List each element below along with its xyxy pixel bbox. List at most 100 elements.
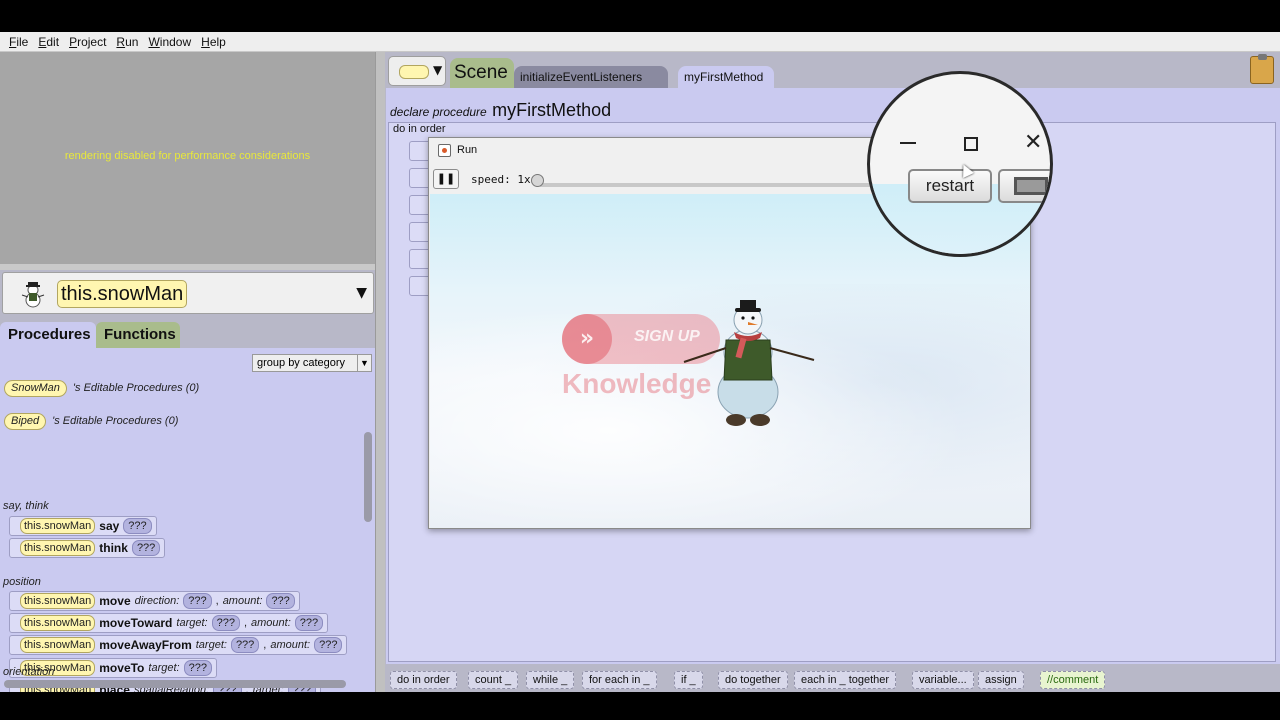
procedure-palette: group by category ▼ SnowMan 's Editable P…	[0, 348, 375, 692]
fullscreen-icon	[1014, 177, 1048, 195]
tab-initialize-event-listeners[interactable]: initializeEventListeners	[514, 66, 668, 88]
vertical-splitter[interactable]	[375, 52, 385, 692]
type-chip	[399, 65, 429, 79]
statement-move-toward[interactable]: this.snowMan moveToward target: ??? , am…	[9, 613, 329, 633]
class-chip-biped[interactable]: Biped	[4, 413, 47, 430]
statement-move-away-from[interactable]: this.snowMan moveAwayFrom target: ??? , …	[9, 635, 348, 655]
chevron-down-icon[interactable]: ▼	[356, 285, 367, 301]
rendering-disabled-message: rendering disabled for performance consi…	[64, 150, 311, 162]
do-in-order-label: do in order	[393, 123, 446, 135]
restart-button[interactable]: restart	[908, 169, 992, 203]
menu-project[interactable]: Project	[64, 35, 111, 49]
control-count[interactable]: count _	[468, 671, 519, 689]
param-value[interactable]: ???	[230, 637, 260, 653]
tab-my-first-method[interactable]: myFirstMethod	[678, 66, 774, 88]
statement-say[interactable]: this.snowMan say ???	[9, 516, 157, 536]
horizontal-splitter[interactable]	[0, 264, 375, 270]
menu-edit[interactable]: Edit	[33, 35, 64, 49]
control-comment[interactable]: //comment	[1040, 671, 1106, 689]
param-label: direction:	[134, 595, 180, 607]
param-separator: ,	[243, 617, 247, 629]
tab-procedures[interactable]: Procedures	[0, 322, 96, 348]
run-window-title: Run	[457, 144, 478, 156]
statement-target: this.snowMan	[20, 637, 96, 653]
chevron-down-icon: ▼	[433, 63, 443, 77]
statement-target: this.snowMan	[20, 593, 96, 609]
control-while[interactable]: while _	[526, 671, 575, 689]
procedure-declaration: declare procedure myFirstMethod	[390, 100, 611, 121]
method-name: moveToward	[99, 616, 173, 630]
method-name: moveTo	[99, 661, 145, 675]
editable-procedures-biped: Biped 's Editable Procedures (0)	[4, 413, 178, 430]
param-label: target:	[195, 639, 227, 651]
menu-file[interactable]: File	[4, 35, 33, 49]
param-value[interactable]: ???	[314, 637, 343, 653]
watermark-arrow-icon: »	[562, 314, 612, 364]
statement-target: this.snowMan	[20, 518, 96, 534]
palette-tabs: Procedures Functions	[0, 322, 375, 348]
method-name: think	[99, 541, 128, 555]
control-structures-bar: do in order count _ while _ for each in …	[386, 668, 1280, 692]
speed-slider-track[interactable]	[539, 183, 893, 187]
param-label: target:	[176, 617, 208, 629]
fullscreen-button[interactable]	[998, 169, 1050, 203]
selected-object-name: this.snowMan	[57, 280, 188, 308]
tab-scene[interactable]: Scene	[450, 58, 514, 88]
control-do-in-order[interactable]: do in order	[390, 671, 457, 689]
param-value[interactable]: ???	[123, 518, 152, 534]
statement-move[interactable]: this.snowMan move direction: ??? , amoun…	[9, 591, 300, 611]
palette-horizontal-scrollbar[interactable]	[4, 680, 346, 688]
statement-think[interactable]: this.snowMan think ???	[9, 538, 166, 558]
category-position: position	[3, 576, 41, 588]
control-if[interactable]: if _	[674, 671, 703, 689]
statement-target: this.snowMan	[20, 615, 96, 631]
scene-preview: rendering disabled for performance consi…	[0, 52, 375, 264]
param-label: amount:	[270, 639, 311, 651]
category-say-think: say, think	[3, 500, 49, 512]
snowman-character	[683, 300, 815, 426]
declare-procedure-label: declare procedure	[390, 105, 487, 119]
class-chip-snowman[interactable]: SnowMan	[4, 380, 67, 397]
editable-procedures-label: 's Editable Procedures (0)	[52, 415, 179, 427]
menu-run[interactable]: Run	[111, 35, 143, 49]
palette-scrollbar[interactable]	[364, 432, 372, 522]
group-by-value: group by category	[257, 357, 346, 369]
param-value[interactable]: ???	[183, 593, 212, 609]
menu-help[interactable]: Help	[196, 35, 231, 49]
minimize-icon[interactable]	[900, 142, 916, 144]
snowman-icon	[21, 282, 45, 308]
param-value[interactable]: ???	[294, 615, 324, 631]
editable-procedures-snowman: SnowMan 's Editable Procedures (0)	[4, 380, 199, 397]
param-separator: ,	[215, 595, 219, 607]
group-by-dropdown[interactable]: group by category ▼	[252, 354, 372, 372]
speed-label: speed: 1x	[471, 173, 531, 186]
object-selector[interactable]: this.snowMan ▼	[2, 272, 374, 314]
control-for-each-in[interactable]: for each in _	[582, 671, 657, 689]
method-name-title: myFirstMethod	[492, 100, 612, 120]
param-value[interactable]: ???	[211, 615, 240, 631]
close-icon[interactable]: ✕	[1024, 130, 1042, 155]
type-selector-button[interactable]: ▼	[388, 56, 446, 86]
control-each-in-together[interactable]: each in _ together	[794, 671, 897, 689]
param-separator: ,	[263, 639, 267, 651]
chevron-down-icon: ▼	[357, 355, 371, 371]
menu-window[interactable]: Window	[143, 35, 196, 49]
control-assign[interactable]: assign	[978, 671, 1024, 689]
pause-button[interactable]: ❚❚	[433, 169, 459, 189]
maximize-icon[interactable]	[964, 137, 978, 151]
speed-slider-thumb[interactable]	[531, 174, 544, 187]
control-variable[interactable]: variable...	[912, 671, 974, 689]
param-value[interactable]: ???	[131, 540, 161, 556]
clipboard-icon[interactable]	[1250, 54, 1274, 84]
clipboard-clip	[1258, 54, 1267, 60]
control-do-together[interactable]: do together	[718, 671, 788, 689]
param-value[interactable]: ???	[266, 593, 295, 609]
category-orientation: orientation	[3, 666, 55, 678]
param-value[interactable]: ???	[183, 660, 212, 676]
method-name: moveAwayFrom	[99, 638, 192, 652]
editable-procedures-label: 's Editable Procedures (0)	[72, 382, 200, 394]
param-label: amount:	[251, 617, 291, 629]
method-name: move	[99, 594, 131, 608]
tab-functions[interactable]: Functions	[96, 322, 180, 348]
screen: File Edit Project Run Window Help render…	[0, 0, 1280, 720]
